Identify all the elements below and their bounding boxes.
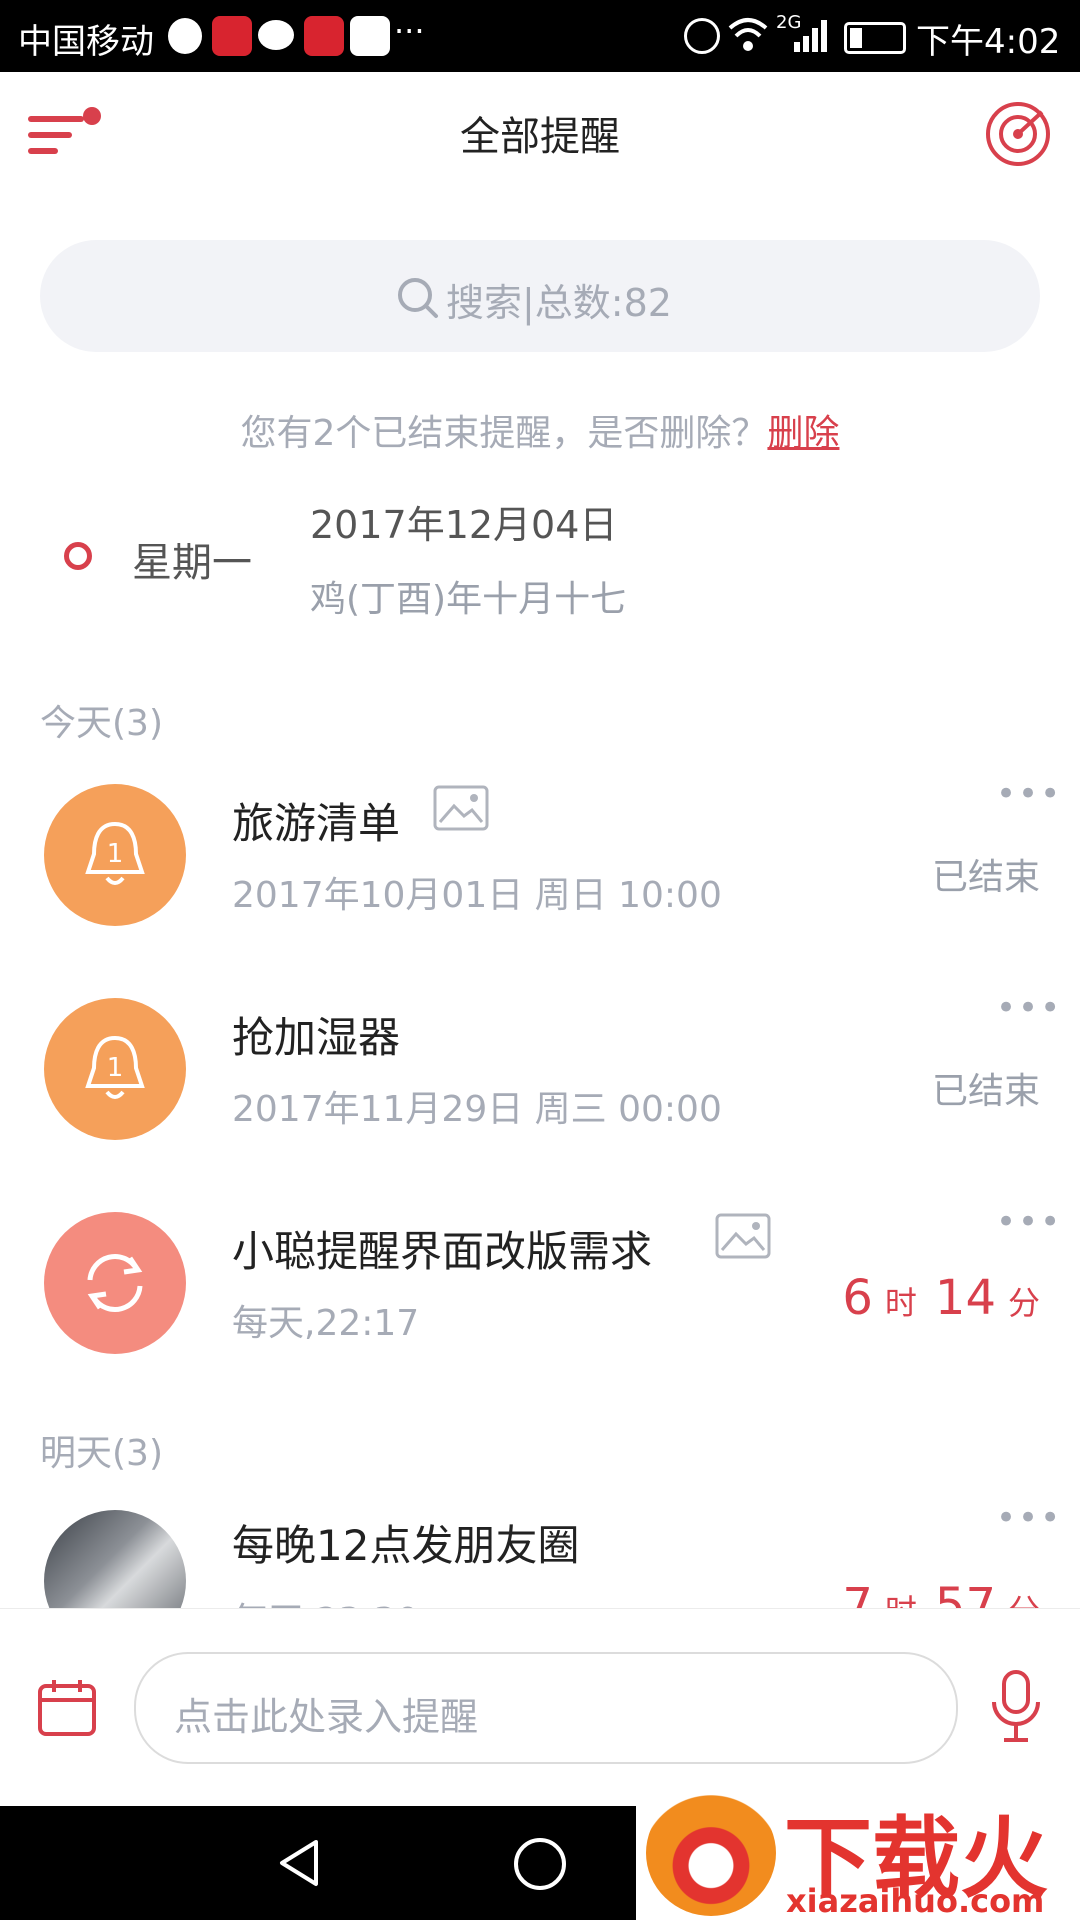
item-icon-circle: 1 <box>44 784 186 926</box>
back-icon[interactable] <box>274 1836 324 1890</box>
list-item[interactable]: 每晚12点发朋友圈 每天 23:30 ••• 7时 57 分 <box>0 1496 1080 1608</box>
item-datetime: 2017年10月01日 周日 10:00 <box>232 875 722 916</box>
wifi-icon <box>728 18 768 51</box>
signal-icon <box>794 20 827 52</box>
calendar-icon[interactable] <box>36 1676 98 1738</box>
countdown-minutes-unit: 分 <box>1008 1592 1040 1608</box>
status-bar: 中国移动 ··· 2G 下午4:02 <box>0 0 1080 72</box>
item-icon-circle <box>44 1212 186 1354</box>
more-notifications: ··· <box>394 12 425 50</box>
watermark-logo: 下载火 xiazaihuo.com <box>636 1786 1080 1920</box>
repeat-icon <box>87 1254 143 1312</box>
countdown-hours: 6 <box>842 1270 873 1326</box>
item-repeat: 每天,22:17 <box>232 1303 420 1344</box>
bell-icon: 1 <box>85 821 145 885</box>
item-title: 旅游清单 <box>232 799 401 848</box>
countdown-hours-unit: 时 <box>884 1284 917 1322</box>
section-tomorrow: 明天(3) <box>40 1433 163 1474</box>
audio-app-icon <box>304 16 344 56</box>
item-title: 抢加湿器 <box>232 1013 401 1062</box>
browser-app-icon <box>350 16 390 56</box>
alarm-icon <box>684 18 720 54</box>
more-options-icon[interactable]: ••• <box>996 1498 1062 1538</box>
countdown-hours: 7 <box>842 1578 873 1608</box>
radar-icon[interactable] <box>984 100 1052 168</box>
search-text: 搜索|总数:82 <box>446 281 672 325</box>
search-icon <box>398 278 438 318</box>
weekday-label: 星期一 <box>132 540 252 586</box>
countdown: 7时 57 分 <box>842 1578 1040 1608</box>
delete-link[interactable]: 删除 <box>767 413 839 454</box>
ended-reminders-notice: 您有2个已结束提醒，是否删除？删除 <box>0 404 1080 456</box>
svg-text:1: 1 <box>107 1053 124 1083</box>
list-item[interactable]: 1 抢加湿器 2017年11月29日 周三 00:00 ••• 已结束 <box>0 984 1080 1154</box>
item-title: 每晚12点发朋友圈 <box>232 1521 580 1570</box>
item-repeat: 每天 23:30 <box>232 1592 419 1608</box>
lunar-date: 鸡(丁酉)年十月十七 <box>310 579 627 620</box>
more-options-icon[interactable]: ••• <box>996 1202 1062 1242</box>
image-attachment-icon <box>715 1213 771 1259</box>
carrier-label: 中国移动 <box>18 22 154 62</box>
list-item[interactable]: 小聪提醒界面改版需求 每天,22:17 ••• 6 时 14 分 <box>0 1198 1080 1368</box>
countdown-hours-unit: 时 <box>885 1592 917 1608</box>
reminder-input-placeholder: 点击此处录入提醒 <box>174 1695 479 1739</box>
battery-icon <box>844 22 906 54</box>
countdown-minutes: 57 <box>934 1578 996 1608</box>
svg-text:1: 1 <box>107 839 124 869</box>
bell-icon: 1 <box>85 1035 145 1099</box>
status-badge: 已结束 <box>931 1071 1040 1112</box>
page-title: 全部提醒 <box>460 114 620 160</box>
countdown-minutes: 14 <box>934 1270 996 1326</box>
gregorian-date: 2017年12月04日 <box>310 503 618 547</box>
image-attachment-icon <box>433 785 489 831</box>
status-badge: 已结束 <box>931 857 1040 898</box>
section-today: 今天(3) <box>40 703 163 744</box>
chat-icon <box>258 20 294 50</box>
countdown: 6 时 14 分 <box>842 1270 1040 1326</box>
microphone-icon[interactable] <box>988 1668 1044 1744</box>
watermark-url: xiazaihuo.com <box>786 1882 1045 1920</box>
photo-thumbnail <box>44 1510 186 1608</box>
today-dot-icon <box>64 542 92 570</box>
item-title: 小聪提醒界面改版需求 <box>232 1227 653 1276</box>
more-options-icon[interactable]: ••• <box>996 774 1062 814</box>
flame-logo-icon <box>646 1790 776 1916</box>
countdown-minutes-unit: 分 <box>1007 1284 1040 1322</box>
home-icon[interactable] <box>514 1838 566 1890</box>
notice-text: 您有2个已结束提醒，是否删除？ <box>240 413 768 454</box>
item-icon-circle: 1 <box>44 998 186 1140</box>
more-options-icon[interactable]: ••• <box>996 988 1062 1028</box>
app-notification-icon <box>212 16 252 56</box>
flame-icon <box>168 18 202 54</box>
item-datetime: 2017年11月29日 周三 00:00 <box>232 1089 722 1130</box>
list-item[interactable]: 1 旅游清单 2017年10月01日 周日 10:00 ••• 已结束 <box>0 770 1080 940</box>
clock: 下午4:02 <box>916 22 1061 62</box>
